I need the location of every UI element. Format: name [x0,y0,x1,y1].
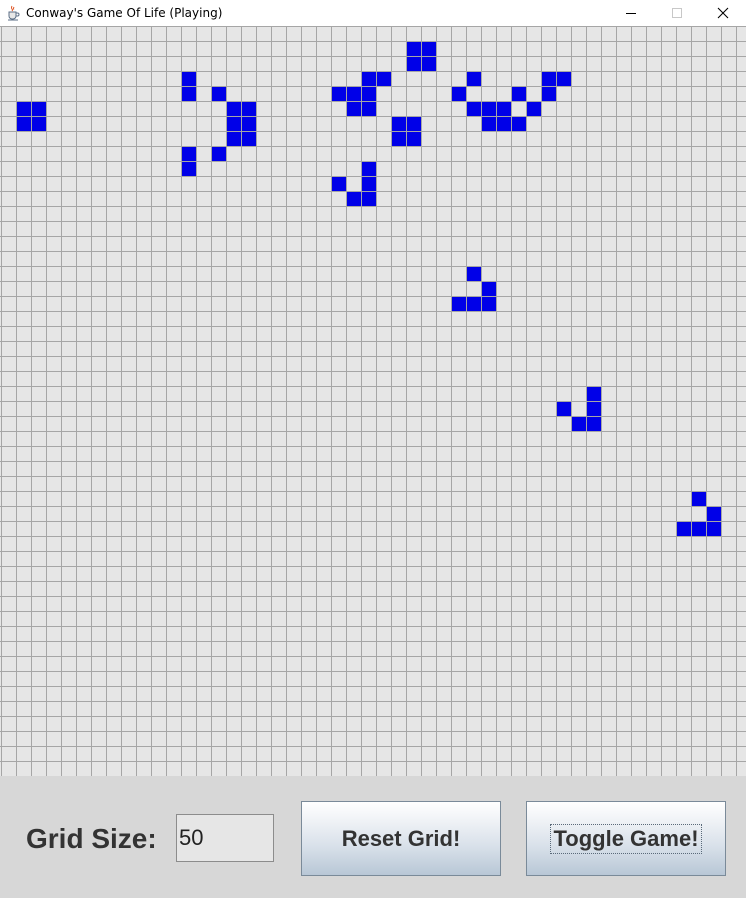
live-cell[interactable] [391,116,406,131]
live-cell[interactable] [406,131,421,146]
live-cell[interactable] [31,101,46,116]
live-cell[interactable] [586,386,601,401]
live-cell[interactable] [421,41,436,56]
game-window: Conway's Game Of Life (Playing) Grid Siz… [0,0,746,898]
grid-size-input[interactable] [176,814,274,862]
live-cell[interactable] [406,116,421,131]
live-cell[interactable] [511,116,526,131]
live-cell[interactable] [346,191,361,206]
reset-grid-label: Reset Grid! [341,825,461,851]
reset-grid-button[interactable]: Reset Grid! [301,801,501,876]
live-cell[interactable] [361,101,376,116]
live-cell[interactable] [556,401,571,416]
live-cell[interactable] [466,296,481,311]
live-cell[interactable] [706,521,721,536]
live-cell[interactable] [691,491,706,506]
live-cell[interactable] [361,176,376,191]
live-cell[interactable] [241,131,256,146]
live-cell[interactable] [481,281,496,296]
live-cell[interactable] [16,101,31,116]
live-cell[interactable] [331,176,346,191]
live-cell[interactable] [181,71,196,86]
minimize-button[interactable] [608,0,654,26]
live-cell[interactable] [226,116,241,131]
live-cell[interactable] [346,101,361,116]
live-cell[interactable] [361,86,376,101]
maximize-icon [672,8,682,18]
window-title: Conway's Game Of Life (Playing) [26,6,223,20]
live-cell[interactable] [421,56,436,71]
live-cell[interactable] [676,521,691,536]
live-cell[interactable] [211,86,226,101]
grid-size-label: Grid Size: [26,823,157,854]
live-cell[interactable] [181,146,196,161]
life-grid[interactable] [0,26,746,776]
live-cell[interactable] [406,56,421,71]
toggle-game-button[interactable]: Toggle Game! [526,801,726,876]
live-cell[interactable] [181,161,196,176]
live-cell[interactable] [346,86,361,101]
live-cell[interactable] [331,86,346,101]
live-cell[interactable] [16,116,31,131]
live-cell[interactable] [451,86,466,101]
live-cell[interactable] [691,521,706,536]
live-cell[interactable] [526,101,541,116]
toggle-game-label: Toggle Game! [550,823,702,854]
live-cell[interactable] [481,296,496,311]
live-cell[interactable] [466,71,481,86]
live-cell[interactable] [31,116,46,131]
close-button[interactable] [700,0,746,26]
live-cell[interactable] [541,86,556,101]
live-cell[interactable] [496,101,511,116]
grid-lines [0,26,746,776]
live-cell[interactable] [361,191,376,206]
live-cell[interactable] [586,401,601,416]
java-coffee-cup-icon [8,5,20,21]
live-cell[interactable] [211,146,226,161]
live-cell[interactable] [586,416,601,431]
life-grid-canvas[interactable] [0,26,746,776]
live-cell[interactable] [226,131,241,146]
live-cell[interactable] [241,101,256,116]
live-cell[interactable] [376,71,391,86]
live-cell[interactable] [571,416,586,431]
live-cell[interactable] [361,161,376,176]
live-cell[interactable] [556,71,571,86]
live-cell[interactable] [481,101,496,116]
live-cell[interactable] [361,71,376,86]
live-cell[interactable] [541,71,556,86]
live-cell[interactable] [466,266,481,281]
live-cell[interactable] [181,86,196,101]
live-cell[interactable] [391,131,406,146]
live-cell[interactable] [511,86,526,101]
live-cell[interactable] [496,116,511,131]
live-cell[interactable] [451,296,466,311]
live-cell[interactable] [706,506,721,521]
live-cell[interactable] [406,41,421,56]
live-cell[interactable] [481,116,496,131]
live-cell[interactable] [226,101,241,116]
live-cell[interactable] [241,116,256,131]
maximize-button[interactable] [654,0,700,26]
title-bar[interactable]: Conway's Game Of Life (Playing) [0,0,746,27]
minimize-icon [626,13,636,14]
live-cell[interactable] [466,101,481,116]
close-icon [717,7,729,19]
